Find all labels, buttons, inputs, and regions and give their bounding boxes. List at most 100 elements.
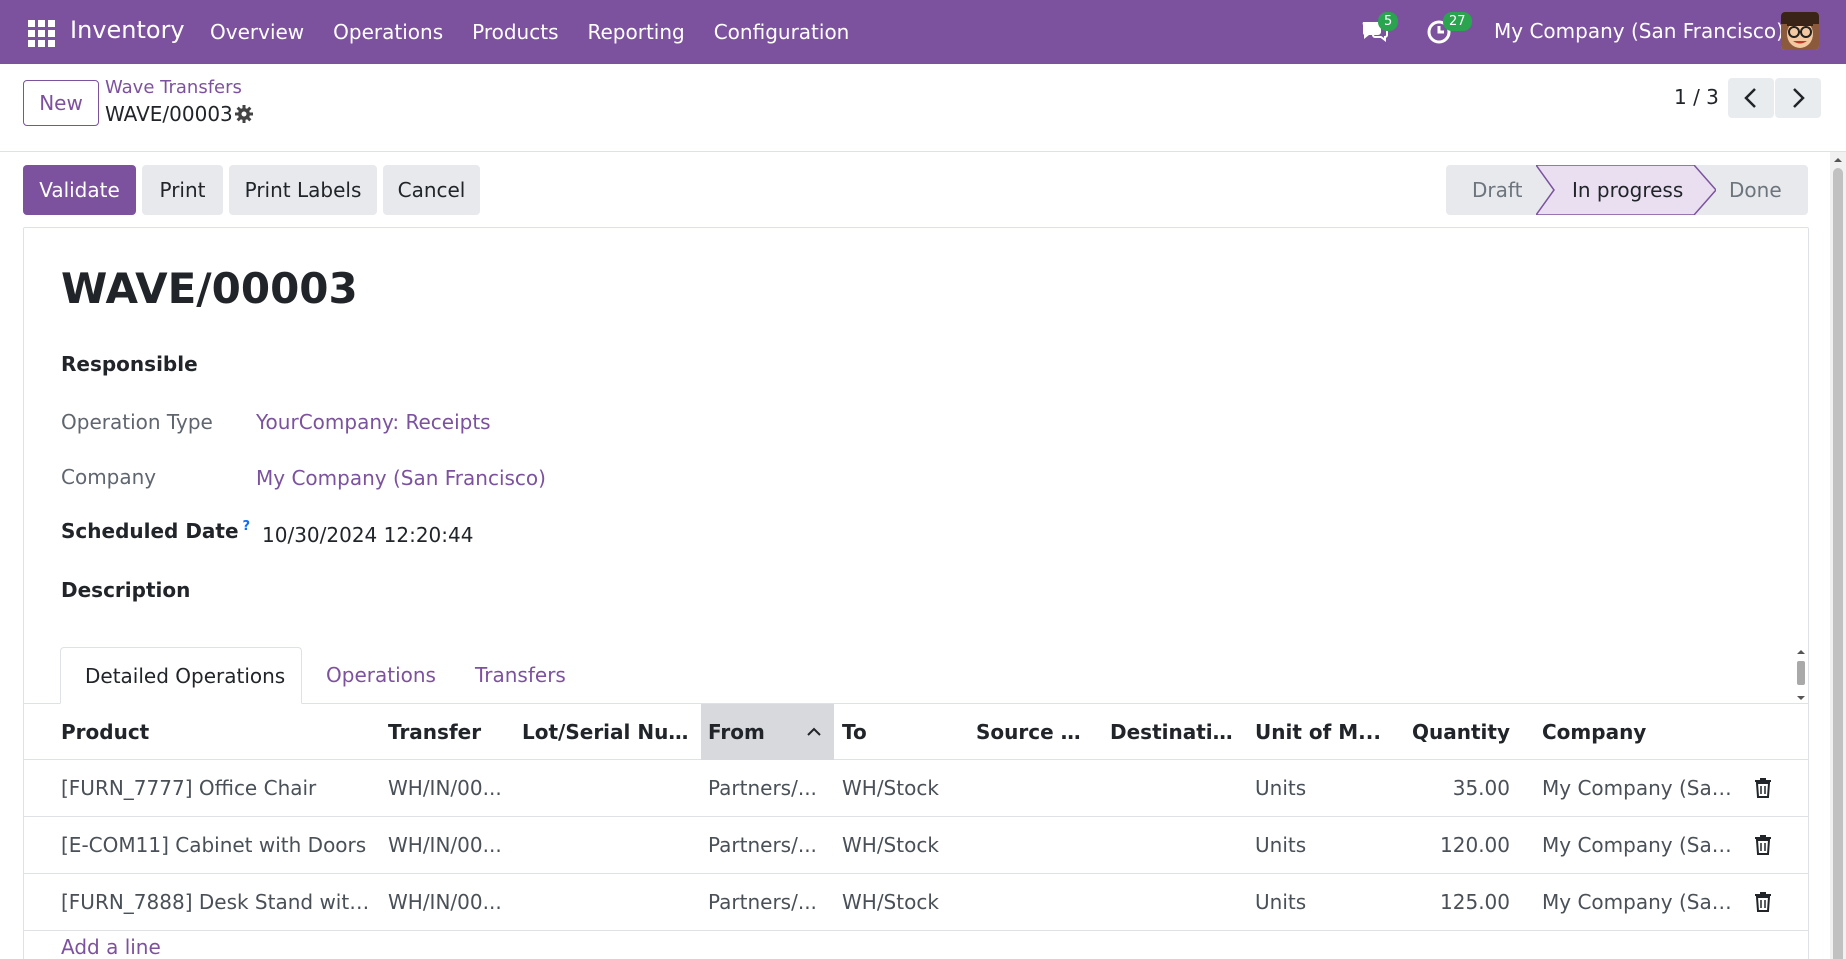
- cell-destination-package: [1110, 817, 1235, 873]
- column-header-from-label: From: [708, 720, 765, 744]
- cell-uom: Units: [1255, 890, 1307, 914]
- description-label: Description: [61, 578, 191, 602]
- cell-destination-package: [1110, 874, 1235, 930]
- column-header-transfer[interactable]: Transfer: [388, 704, 508, 760]
- operation-type-value[interactable]: YourCompany: Receipts: [256, 410, 491, 434]
- control-panel: New Wave Transfers WAVE/00003 1 / 3: [0, 64, 1846, 152]
- scheduled-date-label: Scheduled Date?: [61, 519, 250, 543]
- menu-item-configuration[interactable]: Configuration: [714, 20, 850, 44]
- column-header-product[interactable]: Product: [61, 704, 341, 760]
- trash-icon[interactable]: [1754, 835, 1772, 855]
- cell-quantity: 120.00: [1440, 833, 1510, 857]
- column-header-unit-of-measure[interactable]: Unit of M...: [1255, 704, 1385, 760]
- scrollbar-arrows-icon: [1797, 650, 1805, 700]
- cell-to: WH/Stock: [842, 890, 939, 914]
- scheduled-date-value[interactable]: 10/30/2024 12:20:44: [262, 523, 473, 547]
- page-scrollbar-thumb[interactable]: [1833, 168, 1843, 959]
- record-title[interactable]: WAVE/00003: [61, 264, 358, 313]
- new-button[interactable]: New: [23, 80, 99, 126]
- user-avatar[interactable]: [1781, 12, 1819, 50]
- activities-button[interactable]: 27: [1425, 12, 1472, 46]
- cell-destination-package: [1110, 760, 1235, 816]
- column-header-to[interactable]: To: [842, 704, 962, 760]
- help-tooltip-icon[interactable]: ?: [243, 519, 251, 534]
- pager-value[interactable]: 1 / 3: [1674, 85, 1719, 109]
- trash-icon[interactable]: [1754, 892, 1772, 912]
- add-line-link[interactable]: Add a line: [61, 935, 161, 959]
- status-step-draft[interactable]: Draft: [1472, 165, 1522, 215]
- avatar-face-icon: [1781, 12, 1819, 50]
- page-scrollbar[interactable]: [1830, 152, 1846, 959]
- cell-quantity: 35.00: [1452, 776, 1510, 800]
- status-step-done[interactable]: Done: [1729, 165, 1782, 215]
- company-value[interactable]: My Company (San Francisco): [256, 466, 546, 490]
- table-header: Product Transfer Lot/Serial Num... From …: [24, 704, 1808, 760]
- scheduled-date-label-text: Scheduled Date: [61, 519, 239, 543]
- cell-product: [FURN_7888] Desk Stand with ...: [61, 890, 371, 914]
- activities-count-badge: 27: [1443, 12, 1472, 31]
- cell-to: WH/Stock: [842, 833, 939, 857]
- cell-company: My Company (San ...: [1542, 776, 1742, 800]
- form-sheet: WAVE/00003 Responsible Operation Type Yo…: [23, 227, 1809, 959]
- menu-item-reporting[interactable]: Reporting: [587, 20, 684, 44]
- cell-quantity: 125.00: [1440, 890, 1510, 914]
- action-bar: Validate Print Print Labels Cancel Draft…: [0, 152, 1846, 228]
- column-header-source-package[interactable]: Source Pa...: [976, 704, 1094, 760]
- tab-operations[interactable]: Operations: [302, 647, 460, 704]
- status-step-in-progress[interactable]: In progress: [1572, 165, 1683, 215]
- tab-detailed-operations[interactable]: Detailed Operations: [60, 647, 302, 704]
- breadcrumb-current: WAVE/00003: [105, 102, 233, 126]
- column-header-company[interactable]: Company: [1542, 704, 1742, 760]
- responsible-label: Responsible: [61, 352, 198, 376]
- chevron-right-icon: [1793, 88, 1805, 108]
- cell-uom: Units: [1255, 833, 1307, 857]
- cell-transfer: WH/IN/00...: [388, 833, 502, 857]
- cell-source-package: [976, 817, 1101, 873]
- table-row[interactable]: [E-COM11] Cabinet with Doors WH/IN/00...…: [24, 817, 1808, 874]
- pager-previous-button[interactable]: [1728, 78, 1774, 118]
- cell-product: [E-COM11] Cabinet with Doors: [61, 833, 367, 857]
- cell-source-package: [976, 760, 1101, 816]
- breadcrumb-wave-transfers[interactable]: Wave Transfers: [105, 77, 242, 98]
- cell-company: My Company (San ...: [1542, 890, 1742, 914]
- chevron-left-icon: [1744, 88, 1756, 108]
- cell-lot: [522, 817, 692, 873]
- messages-button[interactable]: 5: [1360, 12, 1399, 46]
- cell-to: WH/Stock: [842, 776, 939, 800]
- cell-transfer: WH/IN/00...: [388, 776, 502, 800]
- cell-company: My Company (San ...: [1542, 833, 1742, 857]
- cell-lot: [522, 874, 692, 930]
- cell-transfer: WH/IN/00...: [388, 890, 502, 914]
- pager-next-button[interactable]: [1775, 78, 1821, 118]
- validate-button[interactable]: Validate: [23, 165, 136, 215]
- trash-icon[interactable]: [1754, 778, 1772, 798]
- app-name[interactable]: Inventory: [70, 16, 185, 44]
- menu-item-overview[interactable]: Overview: [210, 20, 304, 44]
- tab-transfers[interactable]: Transfers: [451, 647, 590, 704]
- print-button[interactable]: Print: [142, 165, 223, 215]
- chevron-up-icon: [807, 727, 821, 736]
- menu-item-products[interactable]: Products: [472, 20, 558, 44]
- menu-item-operations[interactable]: Operations: [333, 20, 443, 44]
- column-header-destination-package[interactable]: Destinatio...: [1110, 704, 1235, 760]
- cell-from: Partners/...: [708, 776, 817, 800]
- top-navbar: Inventory Overview Operations Products R…: [0, 0, 1846, 64]
- company-switcher[interactable]: My Company (San Francisco): [1494, 19, 1784, 43]
- apps-grid-icon[interactable]: [26, 18, 55, 47]
- cancel-button[interactable]: Cancel: [383, 165, 480, 215]
- scroll-up-arrow-icon[interactable]: [1833, 155, 1843, 165]
- cell-from: Partners/...: [708, 833, 817, 857]
- cell-product: [FURN_7777] Office Chair: [61, 776, 317, 800]
- messages-count-badge: 5: [1378, 12, 1399, 31]
- gear-icon[interactable]: [234, 104, 254, 124]
- column-header-from[interactable]: From: [701, 704, 834, 760]
- column-header-lot-serial[interactable]: Lot/Serial Num...: [522, 704, 692, 760]
- company-label: Company: [61, 465, 157, 489]
- column-header-quantity[interactable]: Quantity: [1404, 704, 1510, 760]
- table-row[interactable]: [FURN_7888] Desk Stand with ... WH/IN/00…: [24, 874, 1808, 931]
- operation-type-label: Operation Type: [61, 410, 213, 434]
- tabs-scrollbar[interactable]: [1794, 647, 1808, 703]
- print-labels-button[interactable]: Print Labels: [229, 165, 377, 215]
- table-row[interactable]: [FURN_7777] Office Chair WH/IN/00... Par…: [24, 760, 1808, 817]
- cell-lot: [522, 760, 692, 816]
